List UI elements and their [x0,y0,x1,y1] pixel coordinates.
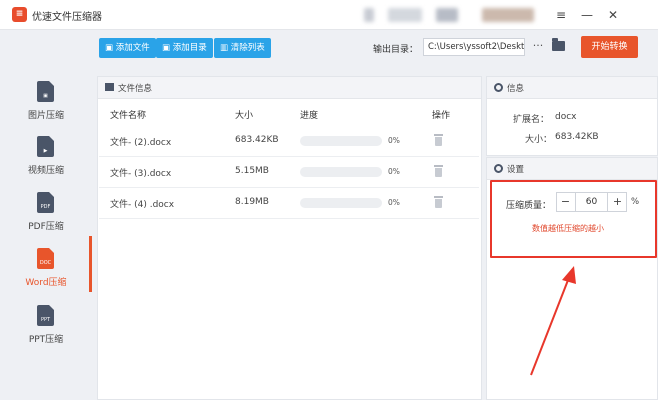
trash-icon[interactable] [434,196,443,208]
logo-icon: ≡ [12,7,27,22]
blurred-region [436,8,458,22]
column-header-action: 操作 [432,111,451,121]
progress-percent: 0% [388,136,400,145]
progress-bar [300,198,382,208]
file-size: 5.15MB [235,166,269,176]
column-header-size: 大小 [235,111,254,121]
panel-header: 文件信息 [98,77,481,99]
progress-bar [300,167,382,177]
video-file-icon: ▶ [37,136,54,157]
blurred-region [482,8,534,22]
sidebar-item-video[interactable]: ▶ 视频压缩 [0,136,92,192]
size-value: 683.42KB [555,132,599,142]
file-size: 8.19MB [235,197,269,207]
active-indicator [89,236,92,292]
panel-title: 设置 [507,165,525,175]
progress-percent: 0% [388,198,400,207]
column-header-progress: 进度 [300,111,319,121]
trash-small-icon: ▥ [220,43,231,53]
gear-icon [494,83,503,92]
output-dir-input[interactable]: C:\Users\yssoft2\Deskt [423,38,525,56]
browse-more-button[interactable]: ··· [531,38,545,56]
clear-list-button[interactable]: ▥ 清除列表 [214,38,271,58]
table-row[interactable]: 文件- (2).docx 683.42KB 0% [99,126,479,157]
sidebar-item-label: 视频压缩 [27,166,64,176]
add-directory-button[interactable]: ▣ 添加目录 [156,38,213,58]
folder-plus-icon: ▣ [162,43,173,53]
sidebar-item-label: 图片压缩 [27,111,64,121]
sidebar-item-label: PPT压缩 [28,335,64,345]
start-convert-button[interactable]: 开始转换 [581,36,638,58]
panel-title: 文件信息 [118,84,153,94]
file-name: 文件- (2).docx [110,138,172,148]
sidebar-item-word[interactable]: DOC Word压缩 [0,248,92,304]
progress-bar [300,136,382,146]
file-name: 文件- (3).docx [110,169,172,179]
file-name: 文件- (4) .docx [110,200,175,210]
title-bar: ≡ 优速文件压缩器 ≡ — ✕ [0,0,658,30]
sidebar-item-image[interactable]: ▣ 图片压缩 [0,81,92,137]
table-row[interactable]: 文件- (4) .docx 8.19MB 0% [99,188,479,219]
sidebar-item-ppt[interactable]: PPT PPT压缩 [0,305,92,361]
minimize-icon[interactable]: — [578,6,596,24]
gear-icon [494,164,503,173]
panel-title: 信息 [507,84,525,94]
pdf-file-icon: PDF [37,192,54,213]
sidebar-item-label: PDF压缩 [28,222,64,232]
panel-header: 信息 [487,77,657,99]
close-icon[interactable]: ✕ [604,6,622,24]
panel-header: 设置 [487,158,657,180]
plus-icon: ▣ [105,43,116,53]
trash-icon[interactable] [434,134,443,146]
progress-percent: 0% [388,167,400,176]
image-file-icon: ▣ [37,81,54,102]
app-title: 优速文件压缩器 [32,12,102,23]
image-icon [105,83,114,91]
sidebar-item-label: Word压缩 [25,278,67,288]
folder-icon[interactable] [552,38,565,51]
sidebar-item-pdf[interactable]: PDF PDF压缩 [0,192,92,248]
menu-icon[interactable]: ≡ [552,6,570,24]
size-label: 大小： [525,135,553,145]
word-file-icon: DOC [37,248,54,269]
blurred-region [388,8,422,22]
file-info-panel: 文件信息 [97,76,482,400]
extension-label: 扩展名： [513,115,550,125]
trash-icon[interactable] [434,165,443,177]
column-header-name: 文件名称 [110,111,147,121]
blurred-region [364,8,374,22]
extension-value: docx [555,112,577,122]
file-size: 683.42KB [235,135,279,145]
add-file-button[interactable]: ▣ 添加文件 [99,38,156,58]
output-dir-label: 输出目录： [373,45,419,55]
table-row[interactable]: 文件- (3).docx 5.15MB 0% [99,157,479,188]
highlight-box [490,180,657,258]
ppt-file-icon: PPT [37,305,54,326]
